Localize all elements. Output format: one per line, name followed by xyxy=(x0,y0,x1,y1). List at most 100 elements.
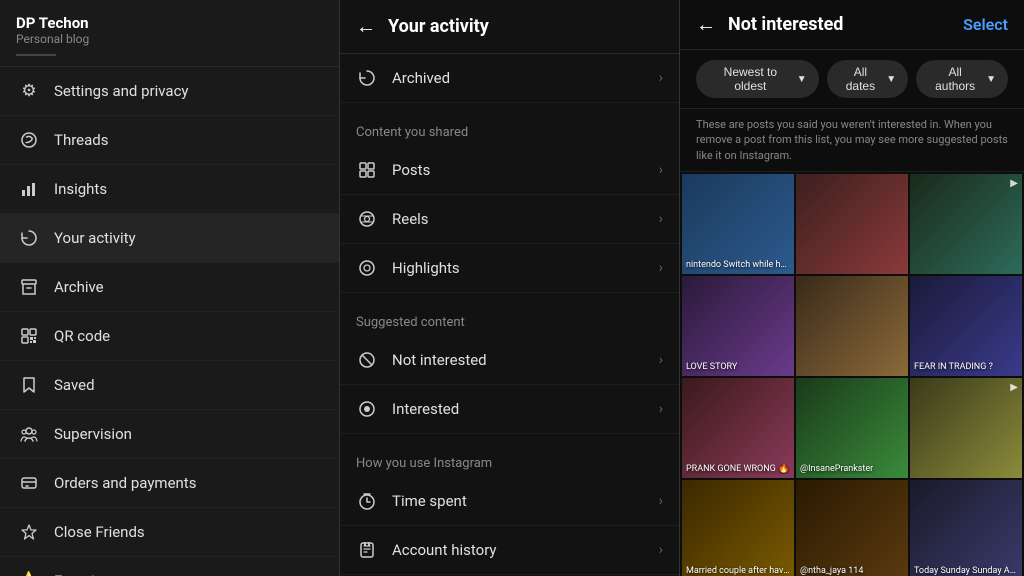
sidebar-item-label: Supervision xyxy=(54,425,132,443)
grid-item-8[interactable]: @InsanePrankster xyxy=(796,378,908,478)
grid-item-5[interactable] xyxy=(796,276,908,376)
qr-code-icon xyxy=(18,325,40,347)
sidebar-item-label: Favorites xyxy=(54,572,115,576)
grid-item-11[interactable]: @ntha_jaya 114 xyxy=(796,480,908,576)
chevron-right-icon: › xyxy=(659,211,663,227)
chevron-right-icon: › xyxy=(659,352,663,368)
left-panel: DP Techon Personal blog ⚙ Settings and p… xyxy=(0,0,340,576)
reels-icon xyxy=(356,208,378,230)
close-friends-icon xyxy=(18,521,40,543)
panel-title: Your activity xyxy=(388,16,489,37)
grid-item-4[interactable]: LOVE STORY xyxy=(682,276,794,376)
favorites-icon: ⭐ xyxy=(18,570,40,576)
highlights-icon xyxy=(356,257,378,279)
dates-filter-label: All dates xyxy=(839,65,883,93)
menu-item-highlights[interactable]: Highlights › xyxy=(340,244,679,293)
section-label-content: Content you shared xyxy=(340,111,679,146)
select-button[interactable]: Select xyxy=(963,15,1008,34)
sidebar-item-archive[interactable]: Archive xyxy=(0,263,339,312)
middle-header: ← Your activity xyxy=(340,0,679,54)
sort-filter-arrow: ▼ xyxy=(797,74,807,85)
menu-item-label: Posts xyxy=(392,161,430,179)
menu-item-not-interested[interactable]: Not interested › xyxy=(340,336,679,385)
back-button[interactable]: ← xyxy=(356,14,376,39)
threads-icon xyxy=(18,129,40,151)
right-back-button[interactable]: ← xyxy=(696,12,716,37)
grid-item-label: PRANK GONE WRONG 🔥 xyxy=(686,464,790,474)
sidebar-item-label: Saved xyxy=(54,376,95,394)
settings-icon: ⚙ xyxy=(18,80,40,102)
menu-item-time-spent[interactable]: Time spent › xyxy=(340,477,679,526)
image-grid: nintendo Switch while he goes upstairs t… xyxy=(680,172,1024,576)
sidebar-item-supervision[interactable]: Supervision xyxy=(0,410,339,459)
dates-filter-arrow: ▼ xyxy=(886,74,896,85)
sidebar-item-orders[interactable]: Orders and payments xyxy=(0,459,339,508)
chevron-right-icon: › xyxy=(659,70,663,86)
menu-item-interested[interactable]: Interested › xyxy=(340,385,679,434)
grid-item-7[interactable]: PRANK GONE WRONG 🔥 xyxy=(682,378,794,478)
time-spent-icon xyxy=(356,490,378,512)
grid-item-12[interactable]: Today Sunday Sunday Abhiya annatha Sunda… xyxy=(910,480,1022,576)
sidebar-item-label: Insights xyxy=(54,180,107,198)
insights-icon xyxy=(18,178,40,200)
menu-item-label: Archived xyxy=(392,69,450,87)
sidebar-item-threads[interactable]: Threads xyxy=(0,116,339,165)
supervision-icon xyxy=(18,423,40,445)
authors-filter-button[interactable]: All authors ▼ xyxy=(916,60,1008,98)
chevron-right-icon: › xyxy=(659,260,663,276)
right-header: ← Not interested Select xyxy=(680,0,1024,50)
chevron-right-icon: › xyxy=(659,542,663,558)
grid-item-2[interactable] xyxy=(796,174,908,274)
menu-item-posts[interactable]: Posts › xyxy=(340,146,679,195)
sidebar-item-label: Close Friends xyxy=(54,523,145,541)
grid-item-3[interactable]: ▶ xyxy=(910,174,1022,274)
sidebar-item-label: Orders and payments xyxy=(54,474,196,492)
video-icon: ▶ xyxy=(1010,178,1018,189)
authors-filter-label: All authors xyxy=(928,65,982,93)
sidebar-item-label: Threads xyxy=(54,131,108,149)
grid-item-label: @InsanePrankster xyxy=(800,464,904,474)
archive-icon xyxy=(18,276,40,298)
grid-item-9[interactable]: ▶ xyxy=(910,378,1022,478)
grid-item-6[interactable]: FEAR IN TRADING ? xyxy=(910,276,1022,376)
video-icon: ▶ xyxy=(1010,382,1018,393)
sidebar-item-close-friends[interactable]: Close Friends xyxy=(0,508,339,557)
sidebar-item-your-activity[interactable]: Your activity xyxy=(0,214,339,263)
sort-filter-button[interactable]: Newest to oldest ▼ xyxy=(696,60,819,98)
menu-item-account-history[interactable]: Account history › xyxy=(340,526,679,575)
saved-icon xyxy=(18,374,40,396)
interested-icon xyxy=(356,398,378,420)
menu-item-archived[interactable]: Archived › xyxy=(340,54,679,103)
sidebar-item-qr-code[interactable]: QR code xyxy=(0,312,339,361)
dates-filter-button[interactable]: All dates ▼ xyxy=(827,60,909,98)
sidebar-item-insights[interactable]: Insights xyxy=(0,165,339,214)
chevron-right-icon: › xyxy=(659,401,663,417)
archived-icon xyxy=(356,67,378,89)
profile-sub: Personal blog xyxy=(16,32,323,46)
sidebar-item-label: Settings and privacy xyxy=(54,82,189,100)
chevron-right-icon: › xyxy=(659,493,663,509)
profile-name: DP Techon xyxy=(16,14,323,32)
menu-item-reels[interactable]: Reels › xyxy=(340,195,679,244)
grid-item-10[interactable]: Married couple after having a kid HUSBAN… xyxy=(682,480,794,576)
right-panel: ← Not interested Select Newest to oldest… xyxy=(680,0,1024,576)
orders-icon xyxy=(18,472,40,494)
sidebar-item-saved[interactable]: Saved xyxy=(0,361,339,410)
sidebar-item-label: Archive xyxy=(54,278,104,296)
account-history-icon xyxy=(356,539,378,561)
sidebar-item-favorites[interactable]: ⭐ Favorites xyxy=(0,557,339,576)
section-label-suggested: Suggested content xyxy=(340,301,679,336)
middle-panel: ← Your activity Archived › Content you s… xyxy=(340,0,680,576)
right-panel-title: Not interested xyxy=(728,14,843,35)
menu-item-label: Reels xyxy=(392,210,429,228)
chevron-right-icon: › xyxy=(659,162,663,178)
authors-filter-arrow: ▼ xyxy=(986,74,996,85)
section-label-how-use: How you use Instagram xyxy=(340,442,679,477)
sidebar-item-settings[interactable]: ⚙ Settings and privacy xyxy=(0,67,339,116)
menu-item-label: Highlights xyxy=(392,259,460,277)
your-activity-icon xyxy=(18,227,40,249)
grid-item-label: FEAR IN TRADING ? xyxy=(914,362,1018,372)
nav-list: ⚙ Settings and privacy Threads Insights xyxy=(0,67,339,576)
filters-row: Newest to oldest ▼ All dates ▼ All autho… xyxy=(680,50,1024,109)
grid-item-1[interactable]: nintendo Switch while he goes upstairs t… xyxy=(682,174,794,274)
